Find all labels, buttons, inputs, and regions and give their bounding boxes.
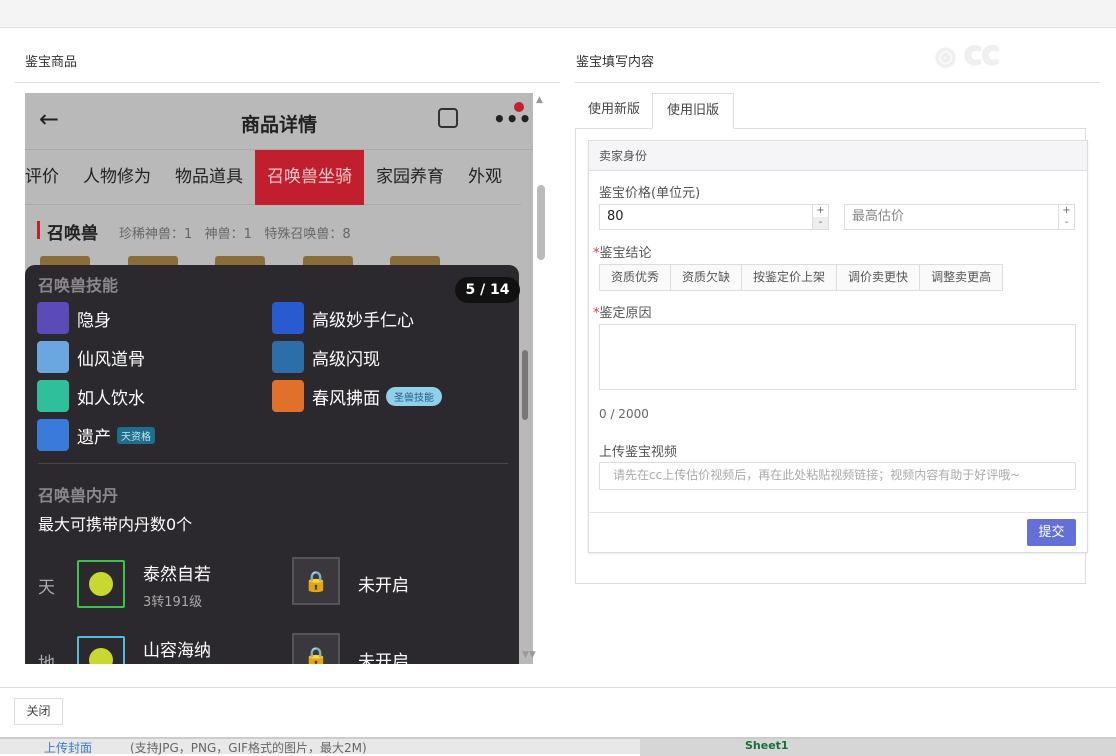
- skill-icon: [272, 380, 304, 412]
- neidan-tier: 天: [38, 578, 55, 598]
- scroll-up-arrow[interactable]: ▲: [536, 95, 543, 105]
- phone-tab-active[interactable]: 召唤兽坐骑: [255, 149, 364, 205]
- neidan-max: 最大可携带内丹数0个: [38, 515, 193, 534]
- section-marker: [37, 221, 40, 239]
- divider: [575, 82, 1100, 83]
- divider: [15, 82, 560, 83]
- max-price-stepper[interactable]: + -: [1058, 205, 1074, 229]
- tab-old-version[interactable]: 使用旧版: [652, 93, 735, 129]
- skills-title: 召唤兽技能: [38, 276, 119, 295]
- summon-stats: 珍稀神兽：1 神兽：1 特殊召唤兽：8: [119, 227, 351, 242]
- divider: [589, 512, 1087, 513]
- scrollbar-thumb[interactable]: [537, 185, 545, 260]
- page-badge: 5 / 14: [455, 277, 520, 303]
- skill-item: 高级闪现: [272, 341, 380, 373]
- neidan-tier: 地: [38, 654, 55, 664]
- neidan-icon: [77, 560, 125, 608]
- conclusion-option[interactable]: 调整卖更高: [920, 265, 1003, 290]
- locked-label: 未开启: [358, 576, 409, 596]
- skill-item: 如人饮水: [37, 380, 145, 412]
- conclusion-options: 资质优秀 资质欠缺 按鉴定价上架 调价卖更快 调整卖更高: [599, 264, 1004, 291]
- reason-label: *鉴定原因: [593, 306, 652, 321]
- upload-hint: (支持JPG，PNG，GIF格式的图片，最大2M): [130, 741, 367, 755]
- skill-icon: [272, 302, 304, 334]
- divider: [38, 463, 508, 464]
- skill-item: 遗产 天资格: [37, 419, 155, 451]
- divider: [0, 687, 1116, 688]
- conclusion-option[interactable]: 资质优秀: [600, 265, 672, 290]
- conclusion-label: *鉴宝结论: [593, 246, 652, 261]
- neidan-icon: [77, 636, 125, 664]
- neidan-name: 泰然自若: [143, 565, 211, 585]
- skill-tag: 天资格: [117, 426, 155, 444]
- skill-icon: [37, 341, 69, 373]
- skill-item: 春风拂面 圣兽技能: [272, 380, 442, 412]
- neidan-level: 3转191级: [143, 595, 203, 610]
- form-card: 卖家身份 鉴宝价格(单位元) 80 + - 最高估价 + - *鉴宝结论 资质优秀 资质…: [588, 140, 1088, 553]
- phone-tab[interactable]: 评价: [25, 150, 71, 205]
- scroll-down-arrow[interactable]: ▼▼: [522, 650, 536, 660]
- price-stepper[interactable]: + -: [812, 205, 828, 229]
- window-top-bar: [0, 0, 1116, 28]
- skill-item: 隐身: [37, 302, 111, 334]
- phone-tab[interactable]: 外观: [456, 150, 514, 205]
- phone-screenshot: ← 商品详情 ••• 评价 人物修为 物品道具 召唤兽坐骑 家园养育 外观 召唤…: [25, 93, 533, 664]
- skill-icon: [37, 380, 69, 412]
- phone-tabs: 评价 人物修为 物品道具 召唤兽坐骑 家园养育 外观: [25, 149, 521, 205]
- upload-cover-link: 上传封面: [44, 741, 93, 755]
- phone-tab[interactable]: 物品道具: [163, 150, 255, 205]
- left-panel-title: 鉴宝商品: [25, 55, 78, 70]
- conclusion-option[interactable]: 资质欠缺: [671, 265, 743, 290]
- share-icon[interactable]: [438, 108, 458, 128]
- overlay-scrollbar[interactable]: [522, 350, 528, 420]
- summon-heading: 召唤兽: [47, 224, 98, 244]
- summon-detail-overlay: 召唤兽技能 5 / 14 隐身 高级妙手仁心 仙风道骨 高级闪现 如人饮水 春风…: [25, 265, 520, 664]
- skill-icon: [37, 302, 69, 334]
- lock-icon: 🔒: [292, 633, 340, 664]
- holy-skill-tag: 圣兽技能: [386, 386, 442, 406]
- phone-tab[interactable]: 家园养育: [364, 150, 456, 205]
- submit-button[interactable]: 提交: [1027, 519, 1076, 546]
- conclusion-option[interactable]: 调价卖更快: [837, 265, 921, 290]
- skill-item: 高级妙手仁心: [272, 302, 414, 334]
- reason-textarea[interactable]: [599, 324, 1076, 390]
- conclusion-option[interactable]: 按鉴定价上架: [742, 265, 838, 290]
- phone-tab[interactable]: 人物修为: [71, 150, 163, 205]
- close-button[interactable]: 关闭: [14, 698, 63, 725]
- lock-icon: 🔒: [292, 557, 340, 605]
- skill-item: 仙风道骨: [37, 341, 145, 373]
- phone-header: ← 商品详情 •••: [25, 93, 533, 150]
- background-app-strip: 上传封面 (支持JPG，PNG，GIF格式的图片，最大2M) Sheet1: [0, 737, 1116, 756]
- price-input[interactable]: 80 + -: [599, 204, 829, 230]
- tab-new-version[interactable]: 使用新版: [574, 93, 654, 129]
- video-label: 上传鉴宝视频: [599, 445, 678, 460]
- notification-dot: [514, 102, 524, 112]
- card-header: 卖家身份: [589, 141, 1087, 171]
- locked-label: 未开启: [358, 652, 409, 664]
- reason-counter: 0 / 2000: [599, 407, 649, 421]
- sheet-tab: Sheet1: [745, 739, 789, 752]
- watermark-logo: ◎ CC: [935, 42, 1000, 70]
- more-icon[interactable]: •••: [493, 107, 531, 131]
- price-label: 鉴宝价格(单位元): [599, 186, 701, 201]
- skill-icon: [37, 419, 69, 451]
- max-price-input[interactable]: 最高估价 + -: [844, 204, 1075, 230]
- neidan-title: 召唤兽内丹: [38, 486, 119, 505]
- right-panel-title: 鉴宝填写内容: [576, 55, 655, 70]
- video-link-input[interactable]: 请先在cc上传估价视频后，再在此处粘贴视频链接；视频内容有助于好评哦~: [599, 462, 1076, 490]
- neidan-name: 山容海纳: [143, 641, 211, 661]
- skill-icon: [272, 341, 304, 373]
